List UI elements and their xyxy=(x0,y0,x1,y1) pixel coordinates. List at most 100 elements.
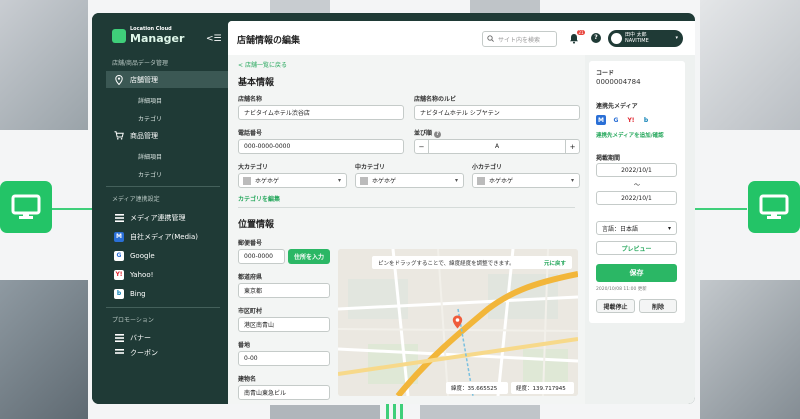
chevron-down-icon: ▾ xyxy=(570,177,574,184)
app-logo[interactable]: Location Cloud Manager xyxy=(112,26,184,45)
list-icon xyxy=(114,348,124,356)
connector-line xyxy=(52,208,92,210)
basic-info-heading: 基本情報 xyxy=(238,78,275,88)
map-reset-button[interactable]: 元に戻す xyxy=(544,259,566,267)
menu-toggle-icon[interactable]: <☰ xyxy=(206,34,222,44)
category-swatch xyxy=(477,176,485,185)
avatar xyxy=(611,33,622,44)
building-field[interactable]: 南青山東急ビル xyxy=(238,385,330,400)
sidebar-subitem-product-category[interactable]: カテゴリ xyxy=(138,170,162,179)
sidebar-item-google[interactable]: G Google xyxy=(106,247,228,264)
preview-button[interactable]: プレビュー xyxy=(596,241,677,255)
minus-icon[interactable]: − xyxy=(415,140,429,153)
city-label: 市区町村 xyxy=(238,308,263,315)
connector-line xyxy=(400,404,403,419)
section-divider xyxy=(238,207,575,208)
sidebar-item-store[interactable]: 店舗管理 xyxy=(106,71,228,88)
sidebar-subitem-product-detail[interactable]: 詳細項目 xyxy=(138,152,162,161)
store-ruby-field[interactable]: ナビタイムホテル シブヤテン xyxy=(414,105,580,120)
language-select[interactable]: 言語：日本語 ▾ xyxy=(596,221,677,235)
postal-field[interactable]: 000-0000 xyxy=(238,249,285,264)
main-area: 店舗情報の編集 サイト内を検索 21 ? 田中 太郎 NAVITIME ▾ < … xyxy=(228,21,695,404)
category-large-value: ホゲホゲ xyxy=(255,178,280,185)
logo-icon xyxy=(112,28,126,43)
phone-field[interactable]: 000-0000-0000 xyxy=(238,139,404,154)
sidebar-item-coupon[interactable]: クーポン xyxy=(106,348,228,356)
media-icons: M G Y! b xyxy=(596,115,651,125)
user-menu[interactable]: 田中 太郎 NAVITIME ▾ xyxy=(608,30,683,47)
info-icon[interactable]: ? xyxy=(434,131,442,138)
sidebar-item-media[interactable]: メディア連携管理 xyxy=(106,209,228,226)
block-label: 番地 xyxy=(238,342,251,349)
help-icon[interactable]: ? xyxy=(591,33,601,43)
save-button[interactable]: 保存 xyxy=(596,264,677,282)
app-window: Location Cloud Manager <☰ 店舗/商品データ管理 店舗管… xyxy=(92,13,695,404)
sidebar-item-banner[interactable]: バナー xyxy=(106,329,228,346)
period-end-field[interactable]: 2022/10/1 xyxy=(596,191,677,205)
delete-button[interactable]: 削除 xyxy=(639,299,677,313)
order-value: A xyxy=(494,143,500,150)
order-label-text: 並び順 xyxy=(414,130,433,137)
media-label: 連携先メディア xyxy=(596,103,638,110)
category-large-label: 大カテゴリ xyxy=(238,164,269,171)
notification-badge: 21 xyxy=(577,30,586,35)
stop-publish-button[interactable]: 掲載停止 xyxy=(596,299,635,313)
plus-icon[interactable]: + xyxy=(565,140,579,153)
category-small-value: ホゲホゲ xyxy=(489,178,514,185)
store-name-field[interactable]: ナビタイムホテル渋谷店 xyxy=(238,105,404,120)
store-name-label: 店舗名称 xyxy=(238,96,263,103)
period-label: 掲載期間 xyxy=(596,155,621,162)
sidebar-item-label: メディア連携管理 xyxy=(130,213,186,222)
connector-line xyxy=(386,404,389,419)
phone-label: 電話番号 xyxy=(238,130,263,137)
search-input[interactable]: サイト内を検索 xyxy=(482,31,557,47)
bing-icon: b xyxy=(641,115,651,125)
media-add-link[interactable]: 連携先メディアを追加/確認 xyxy=(596,131,664,139)
category-mid-label: 中カテゴリ xyxy=(355,164,386,171)
sidebar-subitem-store-category[interactable]: カテゴリ xyxy=(138,114,162,123)
bell-icon[interactable]: 21 xyxy=(569,30,586,44)
side-panel: コード 0000004784 連携先メディア M G Y! b 連携先メディアを… xyxy=(589,61,685,323)
top-bar: 店舗情報の編集 サイト内を検索 21 ? 田中 太郎 NAVITIME ▾ xyxy=(228,21,695,55)
location-map[interactable]: ピンをドラッグすることで、緯度経度を調整できます。 元に戻す 緯度：35.665… xyxy=(338,249,578,396)
sidebar-item-label: 商品管理 xyxy=(130,131,158,140)
sidebar-divider xyxy=(106,186,220,187)
search-placeholder: サイト内を検索 xyxy=(498,36,541,44)
list-icon xyxy=(114,213,124,223)
yahoo-icon: Y! xyxy=(114,269,124,280)
chevron-down-icon: ▾ xyxy=(675,34,678,41)
category-small-select[interactable]: ホゲホゲ ▾ xyxy=(472,173,580,188)
location-heading: 位置情報 xyxy=(238,220,275,230)
city-field[interactable]: 港区南青山 xyxy=(238,317,330,332)
order-label: 並び順 ? xyxy=(414,128,442,138)
sidebar-item-product[interactable]: 商品管理 xyxy=(106,127,228,144)
user-org: NAVITIME xyxy=(625,37,649,44)
order-stepper[interactable]: − A + xyxy=(414,139,580,154)
category-mid-select[interactable]: ホゲホゲ ▾ xyxy=(355,173,464,188)
postal-label: 郵便番号 xyxy=(238,240,263,247)
map-pin-icon[interactable] xyxy=(452,315,463,331)
pref-field[interactable]: 東京都 xyxy=(238,283,330,298)
background-photo xyxy=(700,0,800,130)
category-swatch xyxy=(243,176,251,185)
map-hint-text: ピンをドラッグすることで、緯度経度を調整できます。 xyxy=(378,260,515,267)
period-start-field[interactable]: 2022/10/1 xyxy=(596,163,677,177)
category-edit-link[interactable]: カテゴリを編集 xyxy=(238,194,280,203)
sidebar-section-media: メディア連携設定 xyxy=(112,196,160,203)
sidebar-item-own-media[interactable]: M 自社メディア(Media) xyxy=(106,228,228,245)
sidebar-item-label: 店舗管理 xyxy=(130,75,158,84)
background-photo xyxy=(270,0,330,14)
block-field[interactable]: 0-00 xyxy=(238,351,330,366)
sidebar-subitem-store-detail[interactable]: 詳細項目 xyxy=(138,96,162,105)
background-photo xyxy=(420,405,540,419)
sidebar-item-bing[interactable]: b Bing xyxy=(106,285,228,302)
back-to-list-link[interactable]: < 店舗一覧に戻る xyxy=(238,60,287,69)
connector-line xyxy=(695,208,747,210)
map-hint-bar: ピンをドラッグすることで、緯度経度を調整できます。 元に戻す xyxy=(372,256,572,269)
cart-icon xyxy=(114,131,124,141)
category-large-select[interactable]: ホゲホゲ ▾ xyxy=(238,173,347,188)
sidebar-item-yahoo[interactable]: Y! Yahoo! xyxy=(106,266,228,283)
pref-label: 都道府県 xyxy=(238,274,263,281)
address-input-button[interactable]: 住所を入力 xyxy=(288,249,330,264)
back-link-label: 店舗一覧に戻る xyxy=(244,62,287,69)
